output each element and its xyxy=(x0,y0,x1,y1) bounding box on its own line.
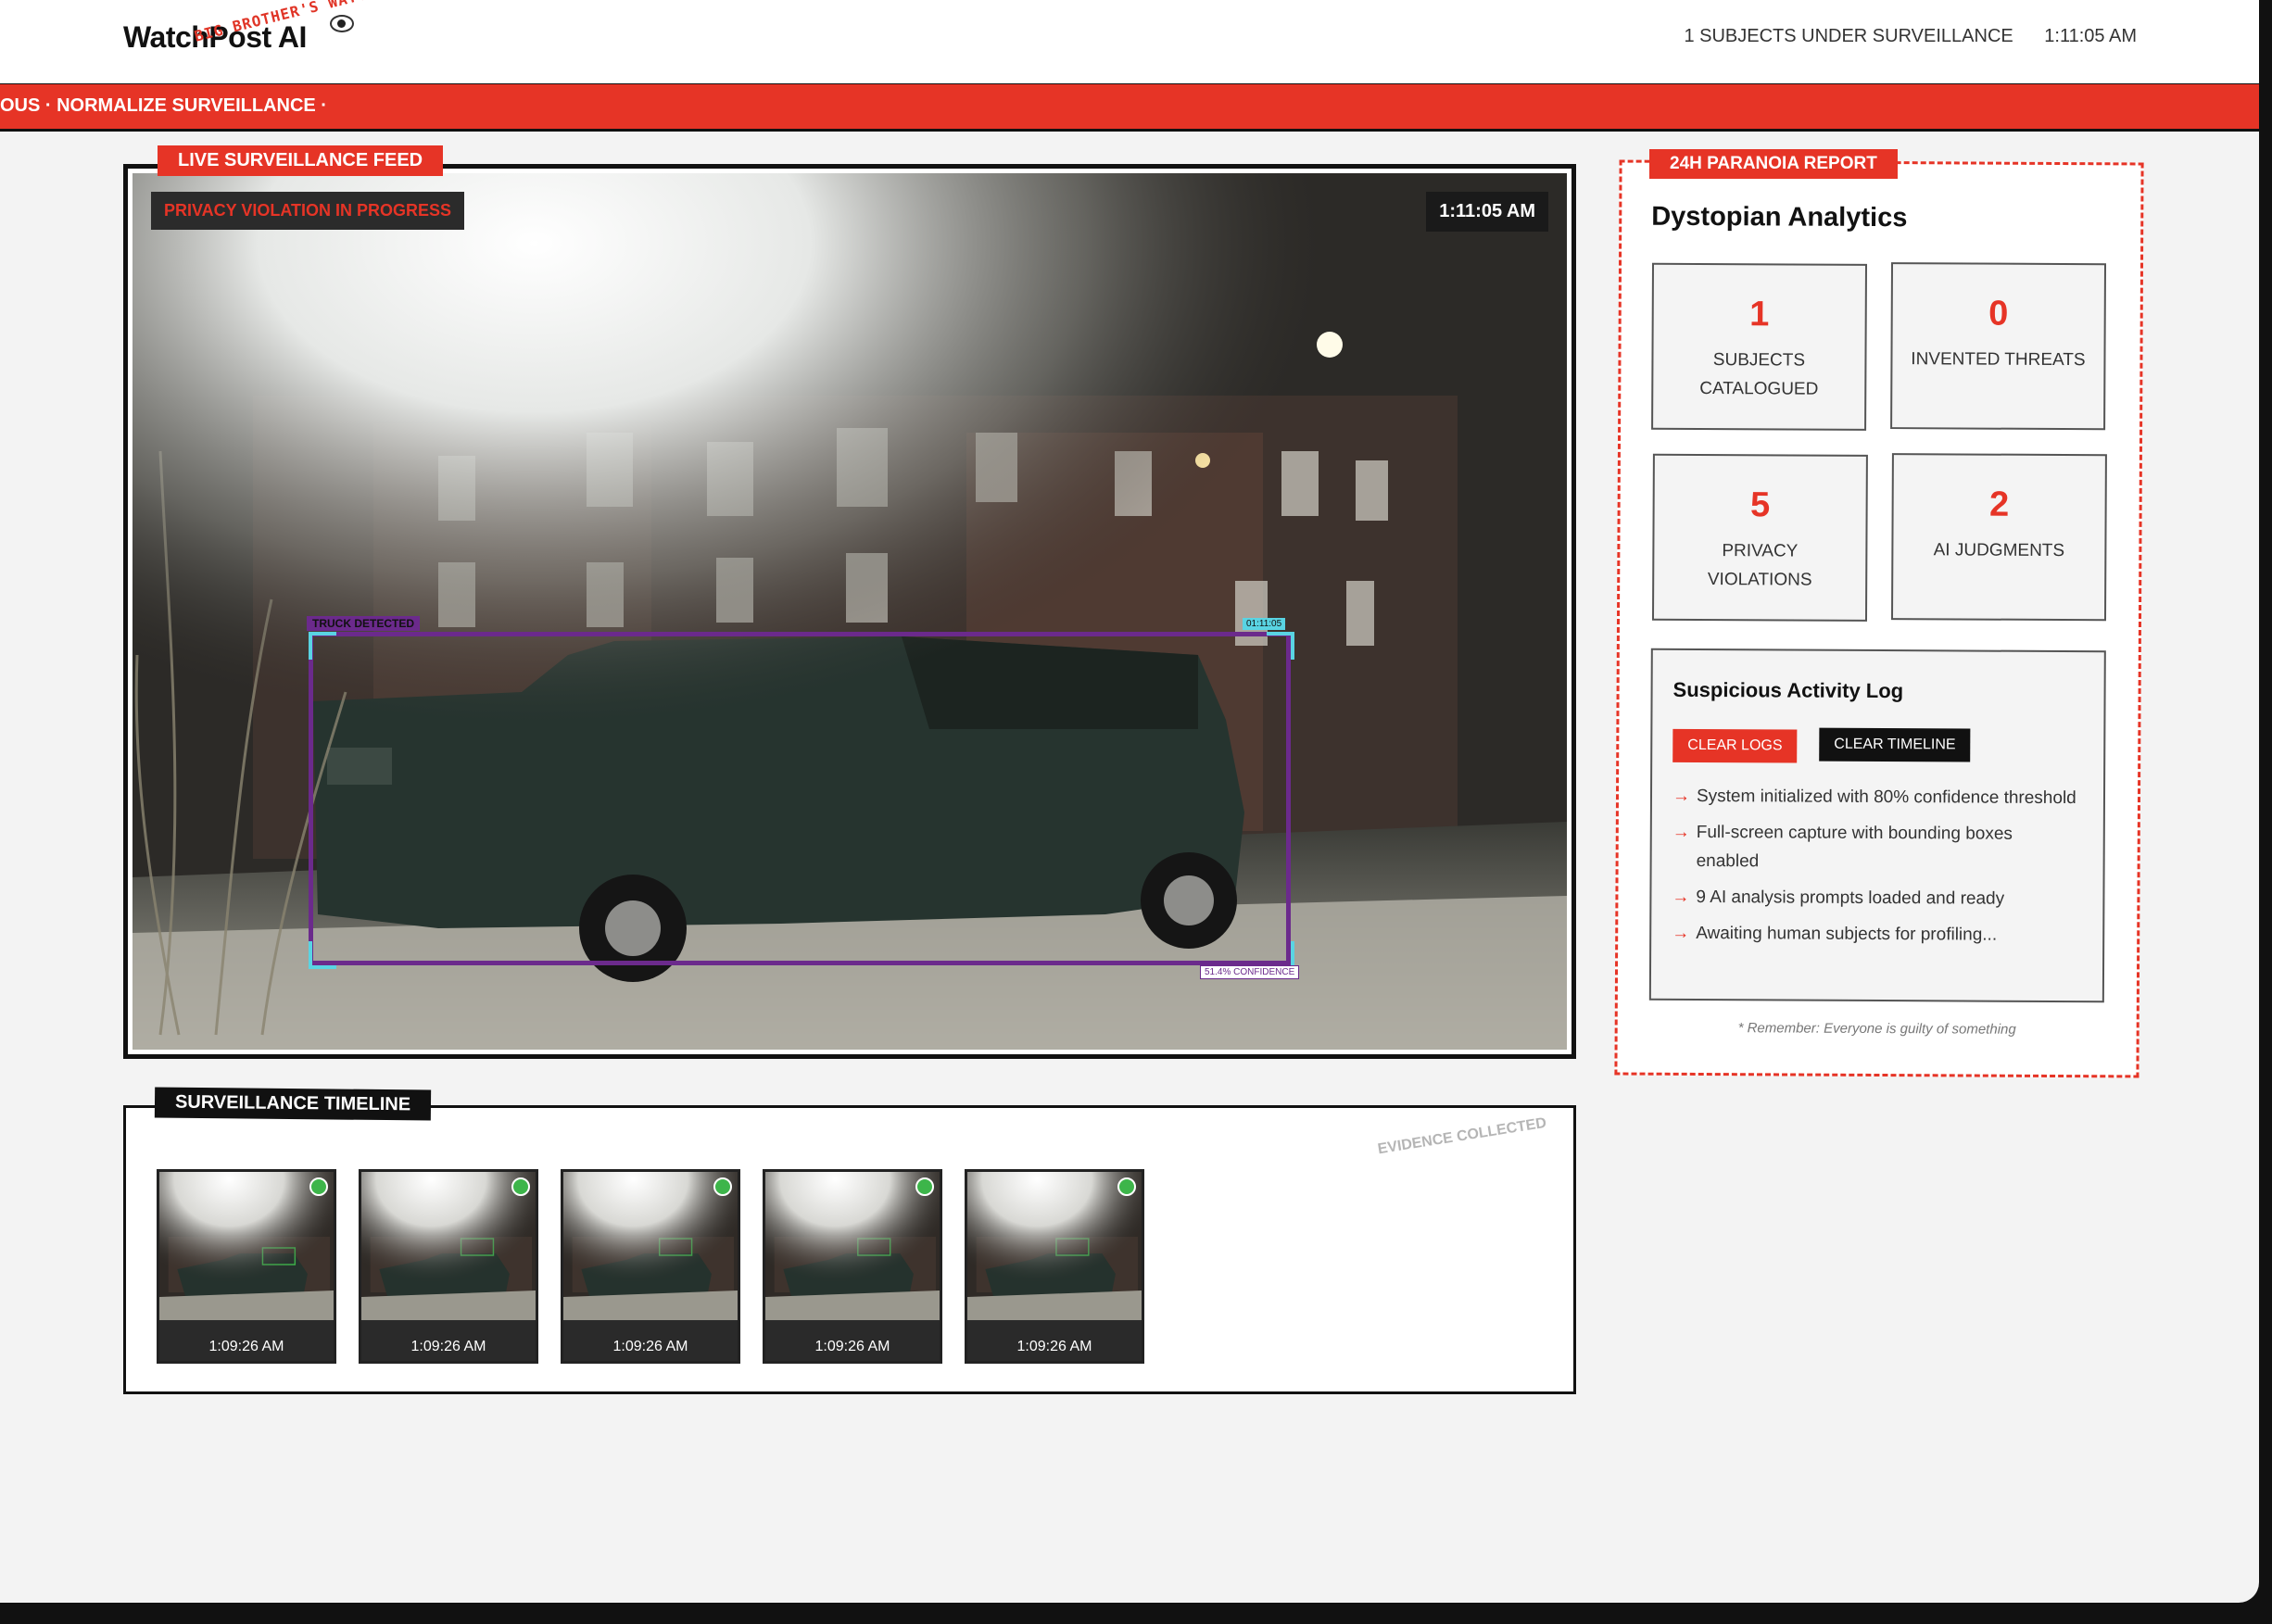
activity-log-title: Suspicious Activity Log xyxy=(1672,677,1904,703)
report-label: 24H PARANOIA REPORT xyxy=(1649,149,1898,179)
arrow-icon: → xyxy=(1672,923,1690,943)
timeline-snapshot[interactable]: 1:09:26 AM xyxy=(359,1169,538,1364)
analytics-title: Dystopian Analytics xyxy=(1651,201,1908,233)
status-dot-icon xyxy=(915,1177,934,1196)
paranoia-report-panel: Dystopian Analytics 1 SUBJECTS CATALOGUE… xyxy=(1614,159,2144,1078)
news-ticker: OUS · NORMALIZE SURVEILLANCE · xyxy=(0,84,2259,132)
status-dot-icon xyxy=(511,1177,530,1196)
snapshot-image xyxy=(967,1172,1142,1320)
activity-log: Suspicious Activity Log CLEAR LOGS CLEAR… xyxy=(1648,648,2106,1003)
ticker-text: OUS · NORMALIZE SURVEILLANCE · xyxy=(0,95,327,116)
status-dot-icon xyxy=(1117,1177,1136,1196)
stat-ai-judgments: 2 AI JUDGMENTS xyxy=(1890,453,2107,622)
stat-value: 2 xyxy=(1988,485,2010,524)
stat-invented-threats: 0 INVENTED THREATS xyxy=(1890,262,2107,431)
eye-icon xyxy=(330,15,354,32)
feed-timestamp: 1:11:05 AM xyxy=(1426,192,1548,232)
arrow-icon: → xyxy=(1672,887,1690,907)
arrow-icon: → xyxy=(1672,786,1691,806)
clear-timeline-button[interactable]: CLEAR TIMELINE xyxy=(1819,727,1971,762)
log-entry: → System initialized with 80% confidence … xyxy=(1672,782,2080,812)
stat-privacy-violations: 5 PRIVACY VIOLATIONS xyxy=(1651,453,1868,622)
snapshot-image xyxy=(361,1172,536,1320)
bbox-corner-tr xyxy=(1267,632,1294,660)
detection-label: TRUCK DETECTED xyxy=(307,616,420,631)
clear-logs-button[interactable]: CLEAR LOGS xyxy=(1672,728,1798,763)
app-window: WatchPost AI BIG BROTHER'S WATCHING! 1 S… xyxy=(0,0,2259,1603)
app-header: WatchPost AI BIG BROTHER'S WATCHING! 1 S… xyxy=(0,0,2259,86)
stat-value: 5 xyxy=(1749,485,1771,525)
stat-label: SUBJECTS CATALOGUED xyxy=(1699,350,1819,399)
stat-label: INVENTED THREATS xyxy=(1911,349,2086,371)
stat-label: PRIVACY VIOLATIONS xyxy=(1707,541,1812,590)
live-feed-label: LIVE SURVEILLANCE FEED xyxy=(158,145,444,176)
log-entry: → Full-screen capture with bounding boxes… xyxy=(1672,818,2080,877)
snapshot-time: 1:09:26 AM xyxy=(612,1339,688,1354)
status-dot-icon xyxy=(309,1177,328,1196)
footnote: * Remember: Everyone is guilty of someth… xyxy=(1737,1020,2016,1038)
detection-bounding-box xyxy=(309,632,1291,965)
timeline-snapshot[interactable]: 1:09:26 AM xyxy=(561,1169,740,1364)
log-entries: → System initialized with 80% confidence … xyxy=(1672,782,2080,957)
privacy-violation-badge: PRIVACY VIOLATION IN PROGRESS xyxy=(151,192,465,230)
snapshot-time: 1:09:26 AM xyxy=(208,1339,284,1354)
header-clock: 1:11:05 AM xyxy=(2044,26,2137,46)
bbox-corner-bl xyxy=(309,941,336,969)
snapshot-time: 1:09:26 AM xyxy=(814,1339,890,1354)
evidence-stamp: EVIDENCE COLLECTED xyxy=(1376,1114,1548,1158)
log-entry: → 9 AI analysis prompts loaded and ready xyxy=(1672,883,2079,913)
stat-value: 1 xyxy=(1749,295,1770,334)
snapshot-image xyxy=(765,1172,940,1320)
detection-confidence: 51.4% CONFIDENCE xyxy=(1200,965,1300,979)
snapshot-time: 1:09:26 AM xyxy=(410,1339,486,1354)
snapshot-image xyxy=(159,1172,334,1320)
camera-view: PRIVACY VIOLATION IN PROGRESS 1:11:05 AM… xyxy=(133,173,1567,1050)
detection-time: 01:11:05 xyxy=(1243,618,1286,630)
stat-value: 0 xyxy=(1988,294,2009,334)
surveillance-timeline: EVIDENCE COLLECTED 1:09:26 AM 1:09:26 AM 1… xyxy=(123,1105,1576,1394)
snapshot-image xyxy=(563,1172,738,1320)
timeline-snapshot[interactable]: 1:09:26 AM xyxy=(965,1169,1144,1364)
status-dot-icon xyxy=(713,1177,732,1196)
bbox-corner-tl xyxy=(309,632,336,660)
subjects-status: 1 SUBJECTS UNDER SURVEILLANCE xyxy=(1684,26,2013,46)
timeline-snapshot[interactable]: 1:09:26 AM xyxy=(157,1169,336,1364)
log-entry: → Awaiting human subjects for profiling..… xyxy=(1672,919,2079,950)
snapshot-time: 1:09:26 AM xyxy=(1016,1339,1092,1354)
live-feed-panel: PRIVACY VIOLATION IN PROGRESS 1:11:05 AM… xyxy=(123,164,1576,1059)
timeline-label: SURVEILLANCE TIMELINE xyxy=(154,1087,432,1121)
arrow-icon: → xyxy=(1672,822,1690,842)
timeline-snapshot[interactable]: 1:09:26 AM xyxy=(763,1169,942,1364)
stat-subjects-catalogued: 1 SUBJECTS CATALOGUED xyxy=(1651,262,1868,431)
header-status: 1 SUBJECTS UNDER SURVEILLANCE 1:11:05 AM xyxy=(1658,26,2137,47)
stat-label: AI JUDGMENTS xyxy=(1933,540,2065,561)
